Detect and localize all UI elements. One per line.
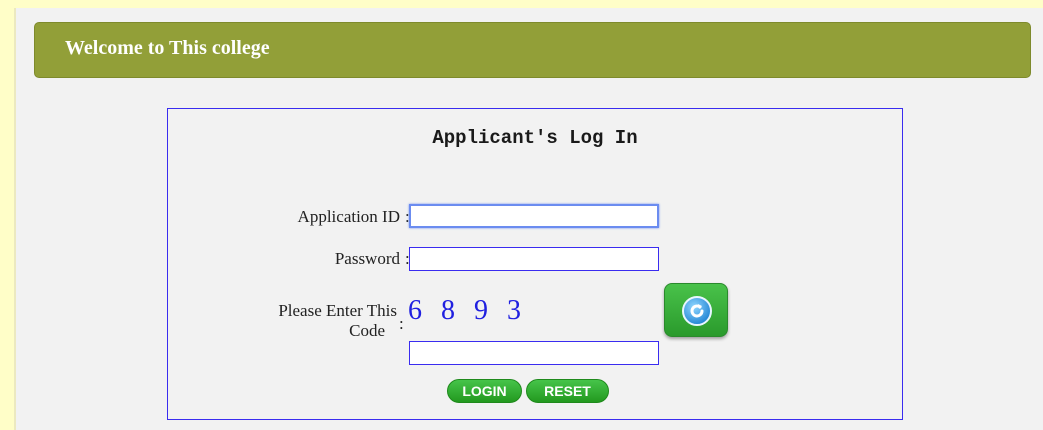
page-panel: Welcome to This college Applicant's Log … — [14, 8, 1043, 430]
welcome-title: Welcome to This college — [65, 37, 270, 59]
application-id-input[interactable] — [409, 204, 659, 228]
captcha-label-line2: Code — [349, 321, 385, 340]
captcha-label-line1: Please Enter This — [278, 301, 397, 320]
password-input[interactable] — [409, 247, 659, 271]
captcha-code-text: 6 8 9 3 — [408, 295, 527, 326]
captcha-refresh-button[interactable] — [664, 283, 728, 337]
login-form-box: Applicant's Log In Application ID : Pass… — [167, 108, 903, 420]
captcha-input[interactable] — [409, 341, 659, 365]
captcha-label: Please Enter This Code — [278, 301, 397, 341]
application-id-label: Application ID — [297, 207, 400, 226]
login-button[interactable]: LOGIN — [447, 379, 522, 403]
refresh-icon — [682, 296, 712, 326]
password-label: Password — [334, 249, 400, 268]
captcha-colon: : — [399, 314, 404, 333]
login-heading: Applicant's Log In — [432, 127, 638, 149]
reset-button[interactable]: RESET — [526, 379, 609, 403]
welcome-header-bar: Welcome to This college — [34, 22, 1031, 78]
